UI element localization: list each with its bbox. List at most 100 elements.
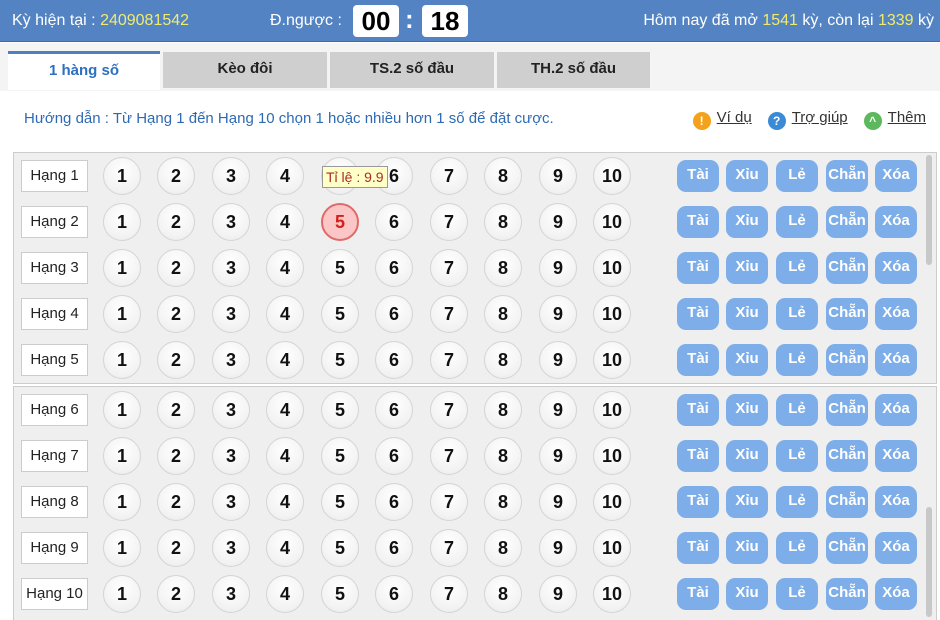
quick-button-3[interactable]: Chẵn bbox=[826, 440, 868, 472]
number-ball[interactable]: 2 bbox=[157, 437, 195, 475]
quick-button-2[interactable]: Lẻ bbox=[776, 206, 818, 238]
number-ball[interactable]: 9 bbox=[539, 483, 577, 521]
quick-button-3[interactable]: Chẵn bbox=[826, 394, 868, 426]
number-ball[interactable]: 9 bbox=[539, 341, 577, 379]
number-ball[interactable]: 4 bbox=[266, 483, 304, 521]
quick-button-4[interactable]: Xóa bbox=[875, 298, 917, 330]
number-ball[interactable]: 10 bbox=[593, 575, 631, 613]
number-ball[interactable]: 3 bbox=[212, 529, 250, 567]
quick-button-4[interactable]: Xóa bbox=[875, 252, 917, 284]
number-ball[interactable]: 4 bbox=[266, 295, 304, 333]
number-ball[interactable]: 9 bbox=[539, 391, 577, 429]
number-ball[interactable]: 3 bbox=[212, 249, 250, 287]
quick-button-0[interactable]: Tài bbox=[677, 532, 719, 564]
quick-button-2[interactable]: Lẻ bbox=[776, 160, 818, 192]
number-ball[interactable]: 2 bbox=[157, 341, 195, 379]
link-label[interactable]: Ví dụ bbox=[717, 109, 752, 126]
quick-button-0[interactable]: Tài bbox=[677, 160, 719, 192]
quick-button-4[interactable]: Xóa bbox=[875, 578, 917, 610]
number-ball[interactable]: 9 bbox=[539, 437, 577, 475]
quick-button-3[interactable]: Chẵn bbox=[826, 252, 868, 284]
number-ball-selected[interactable]: 5 bbox=[321, 203, 359, 241]
number-ball[interactable]: 8 bbox=[484, 249, 522, 287]
number-ball[interactable]: 7 bbox=[430, 295, 468, 333]
number-ball[interactable]: 5 bbox=[321, 391, 359, 429]
quick-button-3[interactable]: Chẵn bbox=[826, 298, 868, 330]
number-ball[interactable]: 10 bbox=[593, 437, 631, 475]
number-ball[interactable]: 7 bbox=[430, 391, 468, 429]
number-ball[interactable]: 7 bbox=[430, 483, 468, 521]
number-ball[interactable]: 2 bbox=[157, 391, 195, 429]
number-ball[interactable]: 9 bbox=[539, 157, 577, 195]
link-1[interactable]: ? Trợ giúp bbox=[767, 109, 848, 130]
number-ball[interactable]: 3 bbox=[212, 157, 250, 195]
number-ball[interactable]: 1 bbox=[103, 483, 141, 521]
number-ball[interactable]: 2 bbox=[157, 529, 195, 567]
number-ball[interactable]: 4 bbox=[266, 391, 304, 429]
number-ball[interactable]: 4 bbox=[266, 203, 304, 241]
quick-button-4[interactable]: Xóa bbox=[875, 486, 917, 518]
quick-button-2[interactable]: Lẻ bbox=[776, 298, 818, 330]
number-ball[interactable]: 3 bbox=[212, 391, 250, 429]
number-ball[interactable]: 8 bbox=[484, 341, 522, 379]
number-ball[interactable]: 10 bbox=[593, 295, 631, 333]
number-ball[interactable]: 9 bbox=[539, 295, 577, 333]
number-ball[interactable]: 5 bbox=[321, 575, 359, 613]
number-ball[interactable]: 9 bbox=[539, 203, 577, 241]
quick-button-2[interactable]: Lẻ bbox=[776, 440, 818, 472]
number-ball[interactable]: 8 bbox=[484, 575, 522, 613]
number-ball[interactable]: 8 bbox=[484, 157, 522, 195]
quick-button-2[interactable]: Lẻ bbox=[776, 486, 818, 518]
number-ball[interactable]: 2 bbox=[157, 203, 195, 241]
number-ball[interactable]: 2 bbox=[157, 295, 195, 333]
number-ball[interactable]: 1 bbox=[103, 437, 141, 475]
number-ball[interactable]: 8 bbox=[484, 203, 522, 241]
quick-button-1[interactable]: Xỉu bbox=[726, 344, 768, 376]
quick-button-0[interactable]: Tài bbox=[677, 486, 719, 518]
link-2[interactable]: ^ Thêm bbox=[863, 109, 926, 130]
number-ball[interactable]: 7 bbox=[430, 529, 468, 567]
number-ball[interactable]: 2 bbox=[157, 249, 195, 287]
number-ball[interactable]: 7 bbox=[430, 157, 468, 195]
quick-button-3[interactable]: Chẵn bbox=[826, 486, 868, 518]
quick-button-1[interactable]: Xỉu bbox=[726, 252, 768, 284]
quick-button-1[interactable]: Xỉu bbox=[726, 206, 768, 238]
number-ball[interactable]: 1 bbox=[103, 575, 141, 613]
tab-th2-so-dau[interactable]: TH.2 số đầu bbox=[497, 52, 650, 88]
number-ball[interactable]: 1 bbox=[103, 157, 141, 195]
number-ball[interactable]: 2 bbox=[157, 575, 195, 613]
quick-button-0[interactable]: Tài bbox=[677, 344, 719, 376]
tab-1-hang-so[interactable]: 1 hàng số bbox=[8, 51, 160, 90]
number-ball[interactable]: 8 bbox=[484, 295, 522, 333]
number-ball[interactable]: 7 bbox=[430, 341, 468, 379]
link-0[interactable]: ! Ví dụ bbox=[692, 109, 752, 130]
quick-button-4[interactable]: Xóa bbox=[875, 394, 917, 426]
number-ball[interactable]: 6 bbox=[375, 249, 413, 287]
quick-button-4[interactable]: Xóa bbox=[875, 206, 917, 238]
number-ball[interactable]: 6 bbox=[375, 203, 413, 241]
quick-button-1[interactable]: Xỉu bbox=[726, 298, 768, 330]
number-ball[interactable]: 1 bbox=[103, 203, 141, 241]
number-ball[interactable]: 9 bbox=[539, 529, 577, 567]
number-ball[interactable]: 7 bbox=[430, 249, 468, 287]
number-ball[interactable]: 1 bbox=[103, 391, 141, 429]
quick-button-0[interactable]: Tài bbox=[677, 206, 719, 238]
number-ball[interactable]: 7 bbox=[430, 575, 468, 613]
number-ball[interactable]: 4 bbox=[266, 437, 304, 475]
number-ball[interactable]: 4 bbox=[266, 157, 304, 195]
number-ball[interactable]: 1 bbox=[103, 341, 141, 379]
quick-button-4[interactable]: Xóa bbox=[875, 344, 917, 376]
number-ball[interactable]: 9 bbox=[539, 575, 577, 613]
number-ball[interactable]: 8 bbox=[484, 483, 522, 521]
number-ball[interactable]: 10 bbox=[593, 341, 631, 379]
number-ball[interactable]: 5 bbox=[321, 529, 359, 567]
number-ball[interactable]: 4 bbox=[266, 529, 304, 567]
quick-button-2[interactable]: Lẻ bbox=[776, 578, 818, 610]
tab-keo-doi[interactable]: Kèo đôi bbox=[163, 52, 327, 88]
quick-button-1[interactable]: Xỉu bbox=[726, 440, 768, 472]
quick-button-4[interactable]: Xóa bbox=[875, 440, 917, 472]
quick-button-0[interactable]: Tài bbox=[677, 298, 719, 330]
number-ball[interactable]: 3 bbox=[212, 575, 250, 613]
quick-button-1[interactable]: Xỉu bbox=[726, 532, 768, 564]
number-ball[interactable]: 10 bbox=[593, 529, 631, 567]
